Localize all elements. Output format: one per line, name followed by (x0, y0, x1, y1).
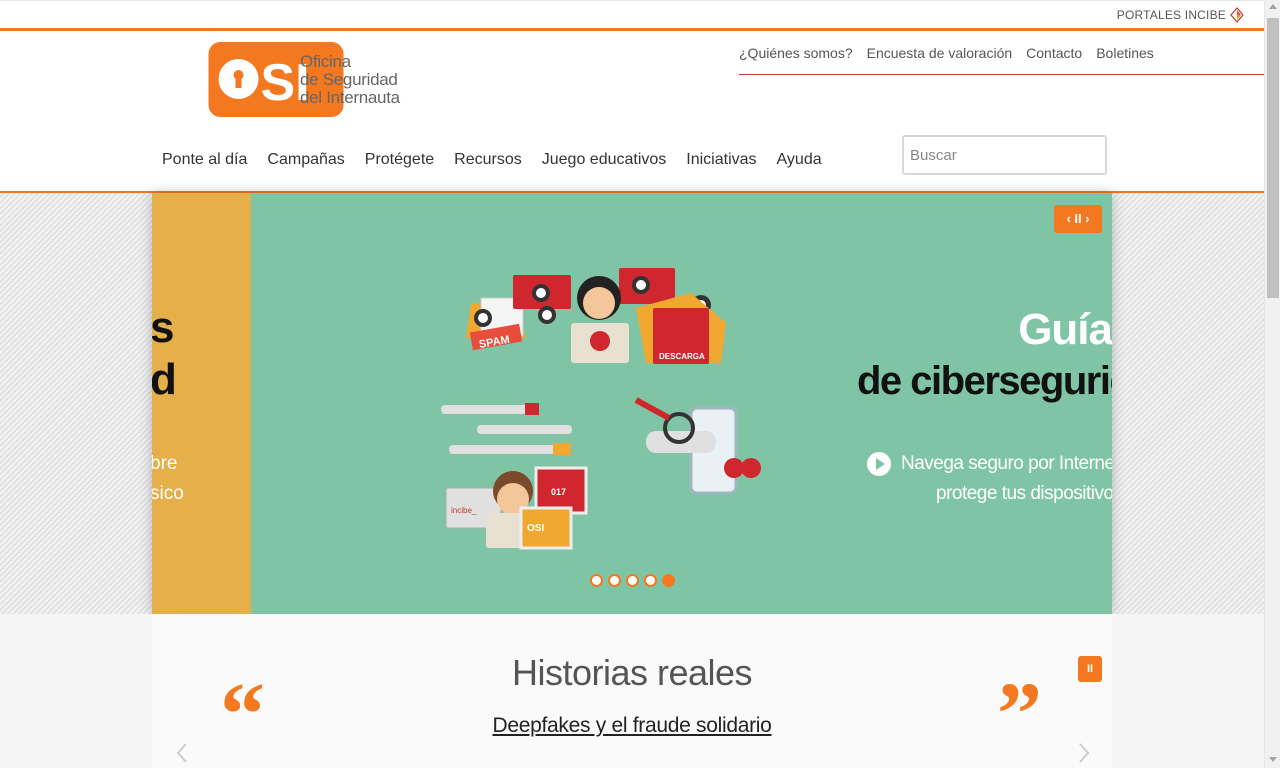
scroll-up-arrow-icon[interactable] (1269, 4, 1277, 9)
search-input[interactable] (902, 135, 1107, 175)
logo-line-3: del Internauta (300, 88, 400, 107)
main-nav-juego-educativos[interactable]: Juego educativos (542, 151, 667, 169)
historias-pause-button[interactable]: II (1078, 656, 1102, 682)
chevron-right-icon[interactable] (1074, 738, 1094, 768)
scroll-thumb[interactable] (1267, 18, 1279, 298)
main-nav: Ponte al día Campañas Protégete Recursos… (162, 151, 842, 169)
site-header: SI Oficina de Seguridad del Internauta ¿… (0, 31, 1264, 192)
historia-link[interactable]: Deepfakes y el fraude solidario (152, 714, 1112, 738)
main-nav-protegete[interactable]: Protégete (365, 151, 434, 169)
portales-incibe-link[interactable]: PORTALES INCIBE (1117, 8, 1226, 22)
slider-pause-control[interactable]: ‹ II › (1054, 205, 1102, 233)
main-nav-recursos[interactable]: Recursos (454, 151, 522, 169)
prev-slide-text-2: d (152, 355, 177, 404)
slide-title-line-2: de ciberseguridad (857, 359, 1112, 403)
top-strip: PORTALES INCIBE (0, 0, 1264, 28)
chevron-left-icon[interactable] (172, 738, 192, 768)
slider-dot-3[interactable] (626, 574, 639, 587)
prev-slide-text-4: sico (152, 483, 184, 504)
current-slide[interactable]: SPAM DESCARGA incibe_ 017 OSI Guía de ci… (251, 193, 1112, 614)
prev-slide-text-1: s (152, 303, 175, 352)
logo-line-1: Oficina (300, 52, 351, 71)
historias-reales-section: Historias reales “ ” Deepfakes y el frau… (152, 614, 1112, 768)
osi-mini-label: OSI (527, 523, 544, 534)
incibe-label: incibe_ (451, 506, 477, 515)
slide-title-line-1: Guía (1018, 305, 1112, 354)
descarga-label: DESCARGA (659, 352, 705, 361)
slider-dot-4[interactable] (644, 574, 657, 587)
nav-contacto[interactable]: Contacto (1026, 45, 1082, 61)
nav-quienes-somos[interactable]: ¿Quiénes somos? (739, 45, 853, 61)
play-icon[interactable] (866, 451, 892, 477)
incibe-diamond-icon[interactable] (1230, 7, 1244, 23)
slider-dots (590, 574, 680, 587)
nav-encuesta[interactable]: Encuesta de valoración (867, 45, 1013, 61)
slide-subtitle-line-2: protege tus dispositivos (936, 483, 1112, 504)
previous-slide[interactable]: s d bre sico (152, 193, 251, 614)
utility-nav: ¿Quiénes somos? Encuesta de valoración C… (739, 45, 1168, 61)
page: PORTALES INCIBE SI Oficina de Seguridad … (0, 0, 1280, 768)
017-label: 017 (551, 487, 566, 497)
slider-dot-1[interactable] (590, 574, 603, 587)
slide-subtitle-line-1: Navega seguro por Internet y (901, 453, 1112, 474)
slider-dot-2[interactable] (608, 574, 621, 587)
main-nav-ponte-al-dia[interactable]: Ponte al día (162, 151, 247, 169)
hero-slider: s d bre sico SPAM DESCARGA incibe_ 017 O… (152, 193, 1112, 614)
main-nav-iniciativas[interactable]: Iniciativas (686, 151, 756, 169)
main-nav-ayuda[interactable]: Ayuda (777, 151, 822, 169)
historias-title: Historias reales (511, 652, 753, 693)
logo-line-2: de Seguridad (300, 70, 398, 89)
utility-nav-divider (739, 74, 1264, 75)
logo-text: Oficina de Seguridad del Internauta (300, 53, 400, 107)
main-nav-campanas[interactable]: Campañas (267, 151, 344, 169)
cybersecurity-illustration: SPAM DESCARGA incibe_ 017 OSI (441, 268, 761, 550)
scroll-down-arrow-icon[interactable] (1269, 757, 1277, 762)
nav-boletines[interactable]: Boletines (1096, 45, 1154, 61)
vertical-scrollbar[interactable] (1264, 0, 1280, 768)
slider-dot-5-active[interactable] (662, 574, 675, 587)
prev-slide-text-3: bre (152, 453, 178, 474)
